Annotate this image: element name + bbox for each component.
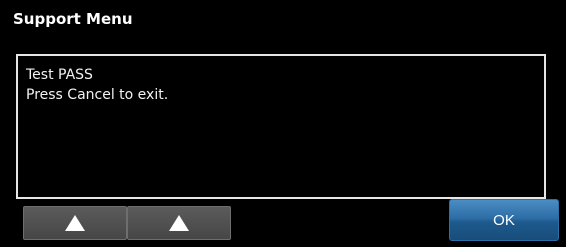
message-line-instruction: Press Cancel to exit.	[26, 87, 169, 103]
window-title: Support Menu	[13, 10, 133, 28]
up-arrow-icon	[65, 215, 85, 231]
ok-button-label: OK	[493, 211, 515, 229]
scroll-up-button[interactable]	[23, 206, 127, 240]
ok-button[interactable]: OK	[449, 199, 559, 241]
message-box: Test PASS Press Cancel to exit.	[16, 54, 546, 199]
up-arrow-icon	[169, 215, 189, 231]
page-up-button[interactable]	[127, 206, 231, 240]
message-line-status: Test PASS	[26, 67, 93, 83]
